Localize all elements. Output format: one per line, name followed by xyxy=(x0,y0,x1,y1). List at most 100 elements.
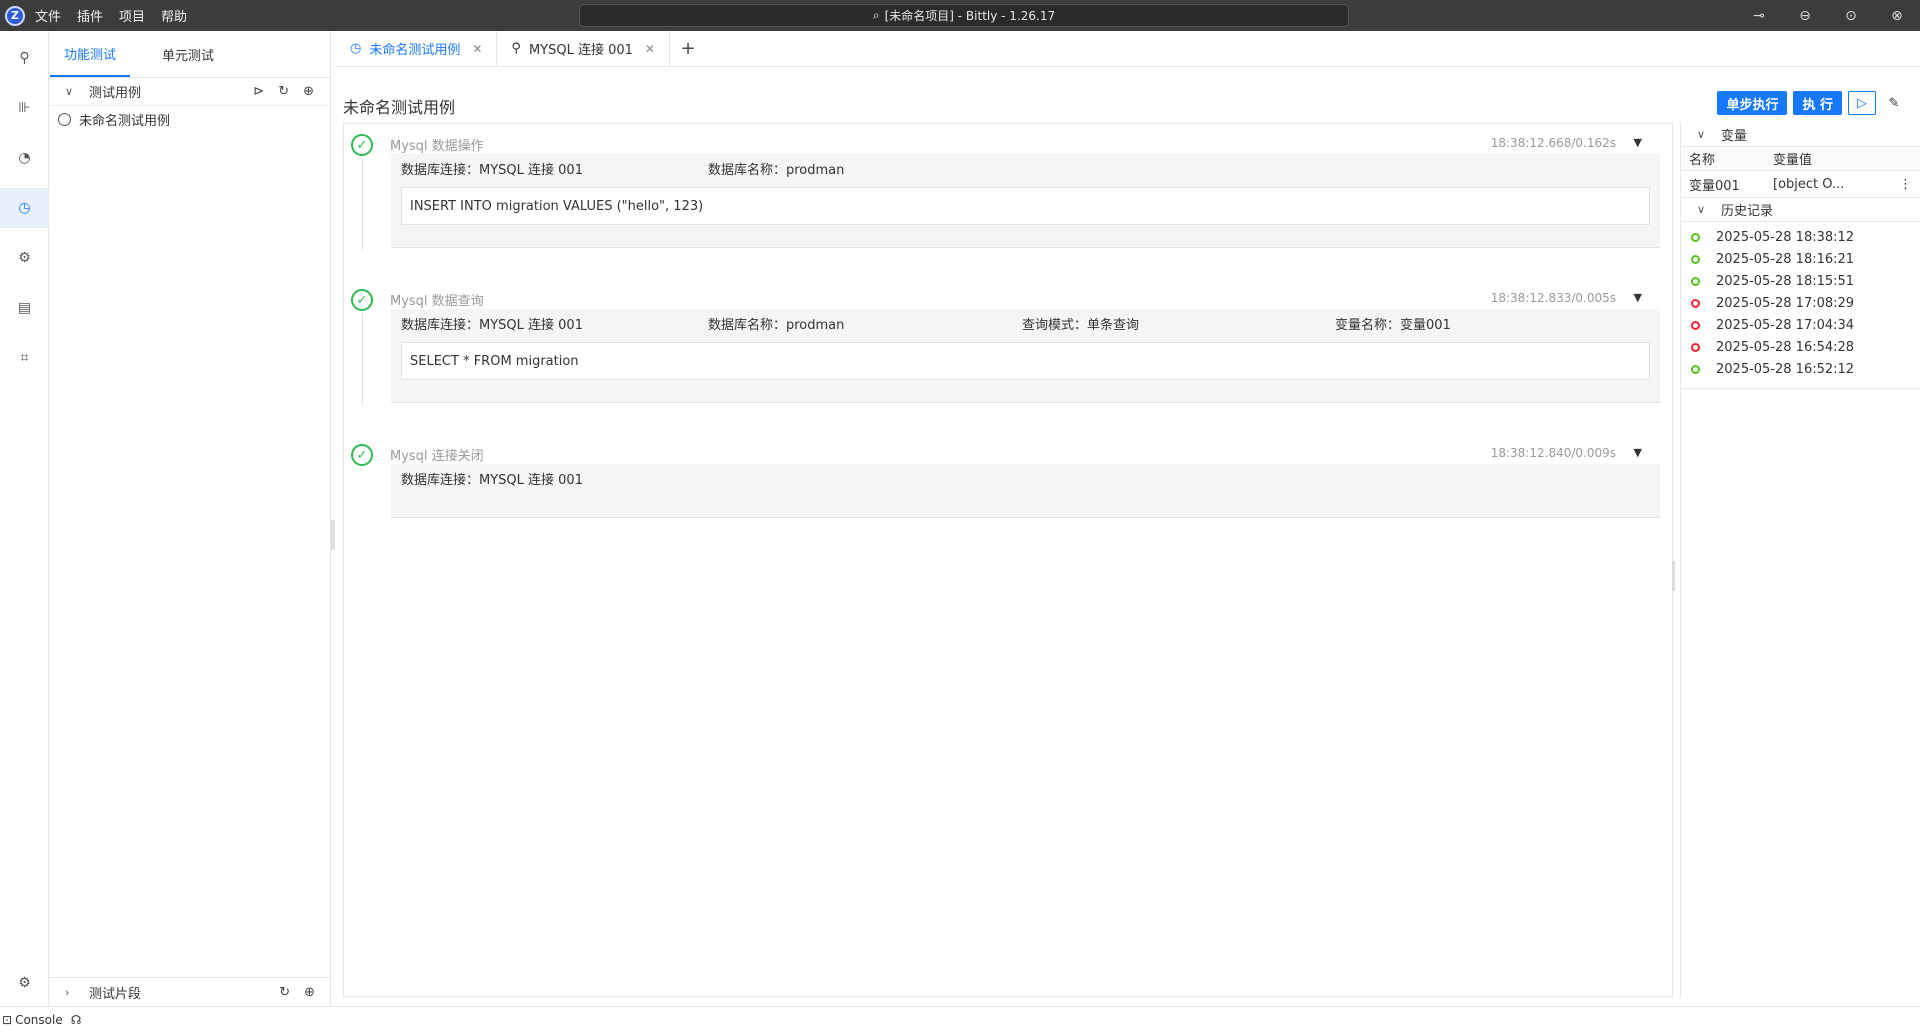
chevron-down-icon[interactable]: ∨ xyxy=(1697,128,1713,141)
test-snippet-title: 测试片段 xyxy=(89,986,142,1002)
steps-panel: ✓ Mysql 数据操作 18:38:12.668/0.162s ▼ 数据库连接… xyxy=(343,123,1673,997)
tab-label: 未命名测试用例 xyxy=(369,43,461,58)
table-row[interactable]: 变量001 [object O... ⋮ xyxy=(1681,171,1920,198)
plug-icon[interactable]: ⚲ xyxy=(0,38,49,78)
play-icon[interactable]: ▷ xyxy=(1848,91,1876,115)
run-icon[interactable]: ⊳ xyxy=(253,84,264,99)
list-item[interactable]: 2025-05-28 16:54:28 xyxy=(1681,336,1920,358)
step-body[interactable]: 数据库连接：MYSQL 连接 001 数据库名称：prodman 查询模式：单条… xyxy=(391,309,1660,403)
variables-section-header[interactable]: ∨ 变量 xyxy=(1681,123,1920,147)
history-time: 2025-05-28 17:08:29 xyxy=(1716,295,1855,311)
add-icon[interactable]: ⊕ xyxy=(304,985,315,1000)
tab-mysql-connection[interactable]: ⚲ MYSQL 连接 001 ✕ xyxy=(497,31,670,66)
caret-down-icon[interactable]: ▼ xyxy=(1634,291,1642,304)
step-body[interactable]: 数据库连接：MYSQL 连接 001 数据库名称：prodman INSERT … xyxy=(391,154,1660,248)
editor-tabbar: ◷ 未命名测试用例 ✕ ⚲ MYSQL 连接 001 ✕ + xyxy=(336,31,1920,67)
list-item[interactable]: 2025-05-28 18:38:12 xyxy=(1681,226,1920,248)
headset-icon[interactable]: ☊ xyxy=(71,1013,82,1027)
right-panel: ∨ 变量 名称 变量值 变量001 [object O... ⋮ ∨ 历史记录 … xyxy=(1680,123,1920,997)
menu-plugins[interactable]: 插件 xyxy=(77,6,103,25)
right-panel-resize-handle[interactable] xyxy=(1672,561,1675,591)
tree-actions: ⊳ ↻ ⊕ xyxy=(253,84,314,99)
list-item[interactable]: 2025-05-28 17:08:29 xyxy=(1681,292,1920,314)
add-tab-button[interactable]: + xyxy=(670,31,706,66)
history-section-header[interactable]: ∨ 历史记录 xyxy=(1681,198,1920,222)
step-name: Mysql 连接关闭 xyxy=(390,449,484,464)
chevron-right-icon[interactable]: › xyxy=(65,986,81,999)
pin-icon[interactable]: ⊸ xyxy=(1736,0,1782,31)
step-time: 18:38:12.668/0.162s xyxy=(1490,136,1616,150)
tab-test-case[interactable]: ◷ 未命名测试用例 ✕ xyxy=(336,31,498,66)
command-search[interactable]: ⌕ [未命名项目] - Bittly - 1.26.17 xyxy=(579,4,1349,27)
console-button[interactable]: Console xyxy=(15,1013,63,1027)
tab-functional-test[interactable]: 功能测试 xyxy=(50,31,130,77)
window-controls: ⊸ ⊖ ⊙ ⊗ xyxy=(1736,0,1920,31)
history-time: 2025-05-28 17:04:34 xyxy=(1716,317,1855,333)
step-name: Mysql 数据查询 xyxy=(390,294,484,309)
sidepanel-resize-handle[interactable] xyxy=(331,520,335,550)
status-dot-icon xyxy=(1691,276,1700,286)
run-button[interactable]: 执 行 xyxy=(1793,91,1842,115)
list-item[interactable]: 2025-05-28 16:52:12 xyxy=(1681,358,1920,380)
clock-icon xyxy=(58,112,71,126)
page-title: 未命名测试用例 xyxy=(343,98,456,117)
tree-item-label: 未命名测试用例 xyxy=(79,113,171,129)
menu-project[interactable]: 项目 xyxy=(119,6,145,25)
field-query-mode: 查询模式：单条查询 xyxy=(1022,317,1140,333)
test-case-tree-header[interactable]: ∨ 测试用例 ⊳ ↻ ⊕ xyxy=(49,78,330,106)
app-logo: Z xyxy=(5,5,25,26)
chevron-down-icon[interactable]: ∨ xyxy=(1697,203,1713,216)
caret-down-icon[interactable]: ▼ xyxy=(1634,446,1642,459)
list-item[interactable]: 2025-05-28 17:04:34 xyxy=(1681,314,1920,336)
history-time: 2025-05-28 18:38:12 xyxy=(1716,229,1855,245)
test-case-title: 测试用例 xyxy=(89,86,142,101)
status-dot-icon xyxy=(1691,342,1700,352)
tab-unit-test[interactable]: 单元测试 xyxy=(148,31,228,77)
tree-item-test-case[interactable]: 未命名测试用例 xyxy=(49,106,330,132)
add-icon[interactable]: ⊕ xyxy=(303,84,314,99)
variables-title: 变量 xyxy=(1721,129,1748,144)
menu-file[interactable]: 文件 xyxy=(35,6,61,25)
console-icon[interactable]: ⊡ xyxy=(2,1013,12,1027)
step-run-button[interactable]: 单步执行 xyxy=(1717,91,1788,115)
field-database: 数据库名称：prodman xyxy=(708,317,845,333)
sql-statement: SELECT * FROM migration xyxy=(401,342,1650,380)
list-item[interactable]: 2025-05-28 18:15:51 xyxy=(1681,270,1920,292)
edit-icon[interactable]: ✎ xyxy=(1882,91,1906,115)
gear-icon[interactable]: ⚙ xyxy=(0,963,49,1003)
tools-icon[interactable]: ⚙ xyxy=(0,238,49,278)
close-icon[interactable]: ✕ xyxy=(645,42,655,56)
step-body[interactable]: 数据库连接：MYSQL 连接 001 xyxy=(391,464,1660,518)
maximize-icon[interactable]: ⊙ xyxy=(1828,0,1874,31)
test-snippet-header[interactable]: › 测试片段 ↻ ⊕ xyxy=(49,977,331,1006)
history-time: 2025-05-28 18:16:21 xyxy=(1716,251,1855,267)
close-icon[interactable]: ✕ xyxy=(472,42,482,56)
refresh-icon[interactable]: ↻ xyxy=(279,985,290,1000)
step-connector xyxy=(362,158,363,250)
editor-area: ◷ 未命名测试用例 ✕ ⚲ MYSQL 连接 001 ✕ + 未命名测试用例 单… xyxy=(336,31,1920,1006)
test-icon: ◷ xyxy=(350,41,362,56)
list-item[interactable]: 2025-05-28 18:16:21 xyxy=(1681,248,1920,270)
test-icon[interactable]: ◷ xyxy=(0,188,49,228)
caret-down-icon[interactable]: ▼ xyxy=(1634,136,1642,149)
panel-icon[interactable]: ▤ xyxy=(0,288,49,328)
refresh-icon[interactable]: ↻ xyxy=(278,84,289,99)
case-toolbar: 单步执行 执 行 ▷ ✎ xyxy=(1717,91,1906,115)
minimize-icon[interactable]: ⊖ xyxy=(1782,0,1828,31)
menu-help[interactable]: 帮助 xyxy=(161,6,187,25)
ruler-icon[interactable]: ⊪ xyxy=(0,88,49,128)
titlebar: Z 文件 插件 项目 帮助 ⌕ [未命名项目] - Bittly - 1.26.… xyxy=(0,0,1920,31)
status-dot-icon xyxy=(1691,232,1700,242)
more-icon[interactable]: ⋮ xyxy=(1899,177,1912,192)
close-icon[interactable]: ⊗ xyxy=(1874,0,1920,31)
history-time: 2025-05-28 16:54:28 xyxy=(1716,339,1855,355)
field-connection: 数据库连接：MYSQL 连接 001 xyxy=(401,472,583,488)
side-panel: 功能测试 单元测试 ∨ 测试用例 ⊳ ↻ ⊕ 未命名测试用例 › 测试片段 ↻ … xyxy=(49,31,331,1006)
field-connection: 数据库连接：MYSQL 连接 001 xyxy=(401,317,583,333)
step-connector xyxy=(362,313,363,405)
scan-icon[interactable]: ⌗ xyxy=(0,338,49,378)
chevron-down-icon[interactable]: ∨ xyxy=(65,85,81,98)
history-title: 历史记录 xyxy=(1721,204,1774,219)
status-dot-icon xyxy=(1691,298,1700,308)
gauge-icon[interactable]: ◔ xyxy=(0,138,49,178)
